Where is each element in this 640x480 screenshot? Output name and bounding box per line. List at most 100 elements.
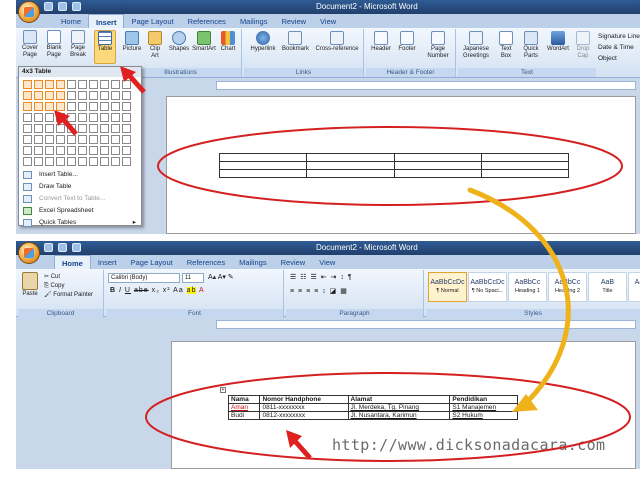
wordart-button[interactable]: WordArt (546, 31, 570, 53)
table-grid-cell[interactable] (23, 102, 32, 111)
table-grid-cell[interactable] (34, 157, 43, 166)
table-cell[interactable]: Budi (227, 411, 261, 420)
bookmark-button[interactable]: Bookmark (282, 31, 309, 53)
increase-indent-icon[interactable]: ⇥ (331, 274, 338, 281)
table-grid-cell[interactable] (45, 113, 54, 122)
draw-table-item[interactable]: Draw Table (19, 181, 141, 193)
redo-icon[interactable] (72, 2, 81, 11)
table-grid-cell[interactable] (111, 124, 120, 133)
table-grid-cell[interactable] (111, 157, 120, 166)
table-grid-cell[interactable] (122, 124, 131, 133)
tab-page-layout[interactable]: Page Layout (124, 14, 180, 28)
table-grid-cell[interactable] (34, 80, 43, 89)
table-grid-cell[interactable] (34, 124, 43, 133)
tab-references[interactable]: References (180, 255, 232, 269)
font-size-select[interactable]: 11 (182, 273, 204, 283)
shapes-button[interactable]: Shapes (168, 31, 190, 53)
object-button[interactable]: Object (598, 53, 640, 64)
pilcrow-icon[interactable]: ¶ (348, 274, 353, 281)
table-grid-cell[interactable] (89, 146, 98, 155)
picture-button[interactable]: Picture (122, 31, 142, 53)
tab-mailings[interactable]: Mailings (232, 255, 274, 269)
table-move-handle-icon[interactable]: + (220, 387, 226, 393)
bold-icon[interactable]: B (110, 287, 116, 294)
shading-icon[interactable]: ◪ (330, 288, 338, 295)
table-cell[interactable]: 0811-xxxxxxxx (259, 403, 349, 412)
table-grid-cell[interactable] (67, 113, 76, 122)
table-grid-cell[interactable] (56, 80, 65, 89)
table-grid-cell[interactable] (111, 146, 120, 155)
table-grid-cell[interactable] (23, 91, 32, 100)
table-header-cell[interactable]: Nama (227, 395, 261, 404)
italic-icon[interactable]: I (119, 287, 122, 294)
table-grid-cell[interactable] (56, 146, 65, 155)
table-grid-cell[interactable] (89, 113, 98, 122)
superscript-icon[interactable]: x² (163, 287, 171, 294)
table-grid-cell[interactable] (56, 91, 65, 100)
document-page[interactable] (166, 96, 636, 234)
tab-page-layout[interactable]: Page Layout (124, 255, 180, 269)
table-grid-cell[interactable] (23, 146, 32, 155)
table-grid-cell[interactable] (56, 102, 65, 111)
table-grid-cell[interactable] (100, 113, 109, 122)
table-grid-cell[interactable] (111, 135, 120, 144)
style-item[interactable]: AaBbCc Heading 2 (548, 272, 587, 302)
paste-button[interactable]: Paste (20, 272, 40, 298)
table-grid-cell[interactable] (111, 102, 120, 111)
clip-art-button[interactable]: Clip Art (146, 31, 164, 60)
table-grid-cell[interactable] (100, 124, 109, 133)
table-grid-cell[interactable] (45, 135, 54, 144)
table-grid-cell[interactable] (23, 124, 32, 133)
table-header-cell[interactable]: Pendidikan (449, 395, 518, 404)
decrease-indent-icon[interactable]: ⇤ (321, 274, 328, 281)
table-grid-cell[interactable] (56, 124, 65, 133)
tab-insert[interactable]: Insert (88, 14, 125, 28)
redo-icon[interactable] (72, 243, 81, 252)
table-grid-cell[interactable] (78, 80, 87, 89)
table-grid-cell[interactable] (122, 113, 131, 122)
tab-home[interactable]: Home (54, 14, 88, 28)
table-grid-cell[interactable] (67, 135, 76, 144)
change-case-icon[interactable]: Aa (173, 287, 184, 294)
table-header-cell[interactable]: Alamat (347, 395, 451, 404)
table-grid-cell[interactable] (78, 102, 87, 111)
table-grid-cell[interactable] (56, 157, 65, 166)
date-time-button[interactable]: Date & Time (598, 42, 640, 53)
cover-page-button[interactable]: Cover Page (20, 30, 40, 59)
table-grid-selector[interactable] (23, 80, 131, 166)
subscript-icon[interactable]: x₂ (152, 287, 160, 294)
table-grid-cell[interactable] (45, 102, 54, 111)
font-color-icon[interactable]: A (199, 287, 205, 294)
office-button[interactable] (18, 1, 40, 23)
table-grid-cell[interactable] (67, 157, 76, 166)
save-icon[interactable] (44, 2, 53, 11)
table-grid-cell[interactable] (122, 135, 131, 144)
copy-button[interactable]: ⎘ Copy (44, 282, 93, 291)
insert-table-item[interactable]: Insert Table... (19, 169, 141, 181)
table-cell[interactable]: S2 Hukum (449, 411, 518, 420)
table-grid-cell[interactable] (34, 113, 43, 122)
font-name-select[interactable]: Calibri (Body) (108, 273, 180, 283)
style-item[interactable]: AaBbCcDc ¶ No Spaci... (468, 272, 507, 302)
header-button[interactable]: Header (370, 31, 392, 53)
tab-review[interactable]: Review (274, 14, 313, 28)
table-grid-cell[interactable] (122, 146, 131, 155)
tab-references[interactable]: References (181, 14, 233, 28)
table-grid-cell[interactable] (23, 135, 32, 144)
table-grid-cell[interactable] (89, 157, 98, 166)
table-grid-cell[interactable] (23, 80, 32, 89)
table-grid-cell[interactable] (111, 80, 120, 89)
table-cell[interactable]: 0812-xxxxxxxx (259, 411, 349, 420)
style-item[interactable]: AaBbCc Heading 1 (508, 272, 547, 302)
style-item[interactable]: AaBbCcDc ¶ Normal (428, 272, 467, 302)
tab-review[interactable]: Review (274, 255, 313, 269)
table-grid-cell[interactable] (100, 80, 109, 89)
empty-table[interactable] (218, 153, 570, 178)
tab-insert[interactable]: Insert (91, 255, 124, 269)
table-grid-cell[interactable] (23, 113, 32, 122)
table-grid-cell[interactable] (45, 80, 54, 89)
grow-font-icon[interactable]: A▴ (208, 274, 216, 281)
save-icon[interactable] (44, 243, 53, 252)
table-grid-cell[interactable] (100, 91, 109, 100)
bullets-icon[interactable]: ☰ (290, 274, 297, 281)
